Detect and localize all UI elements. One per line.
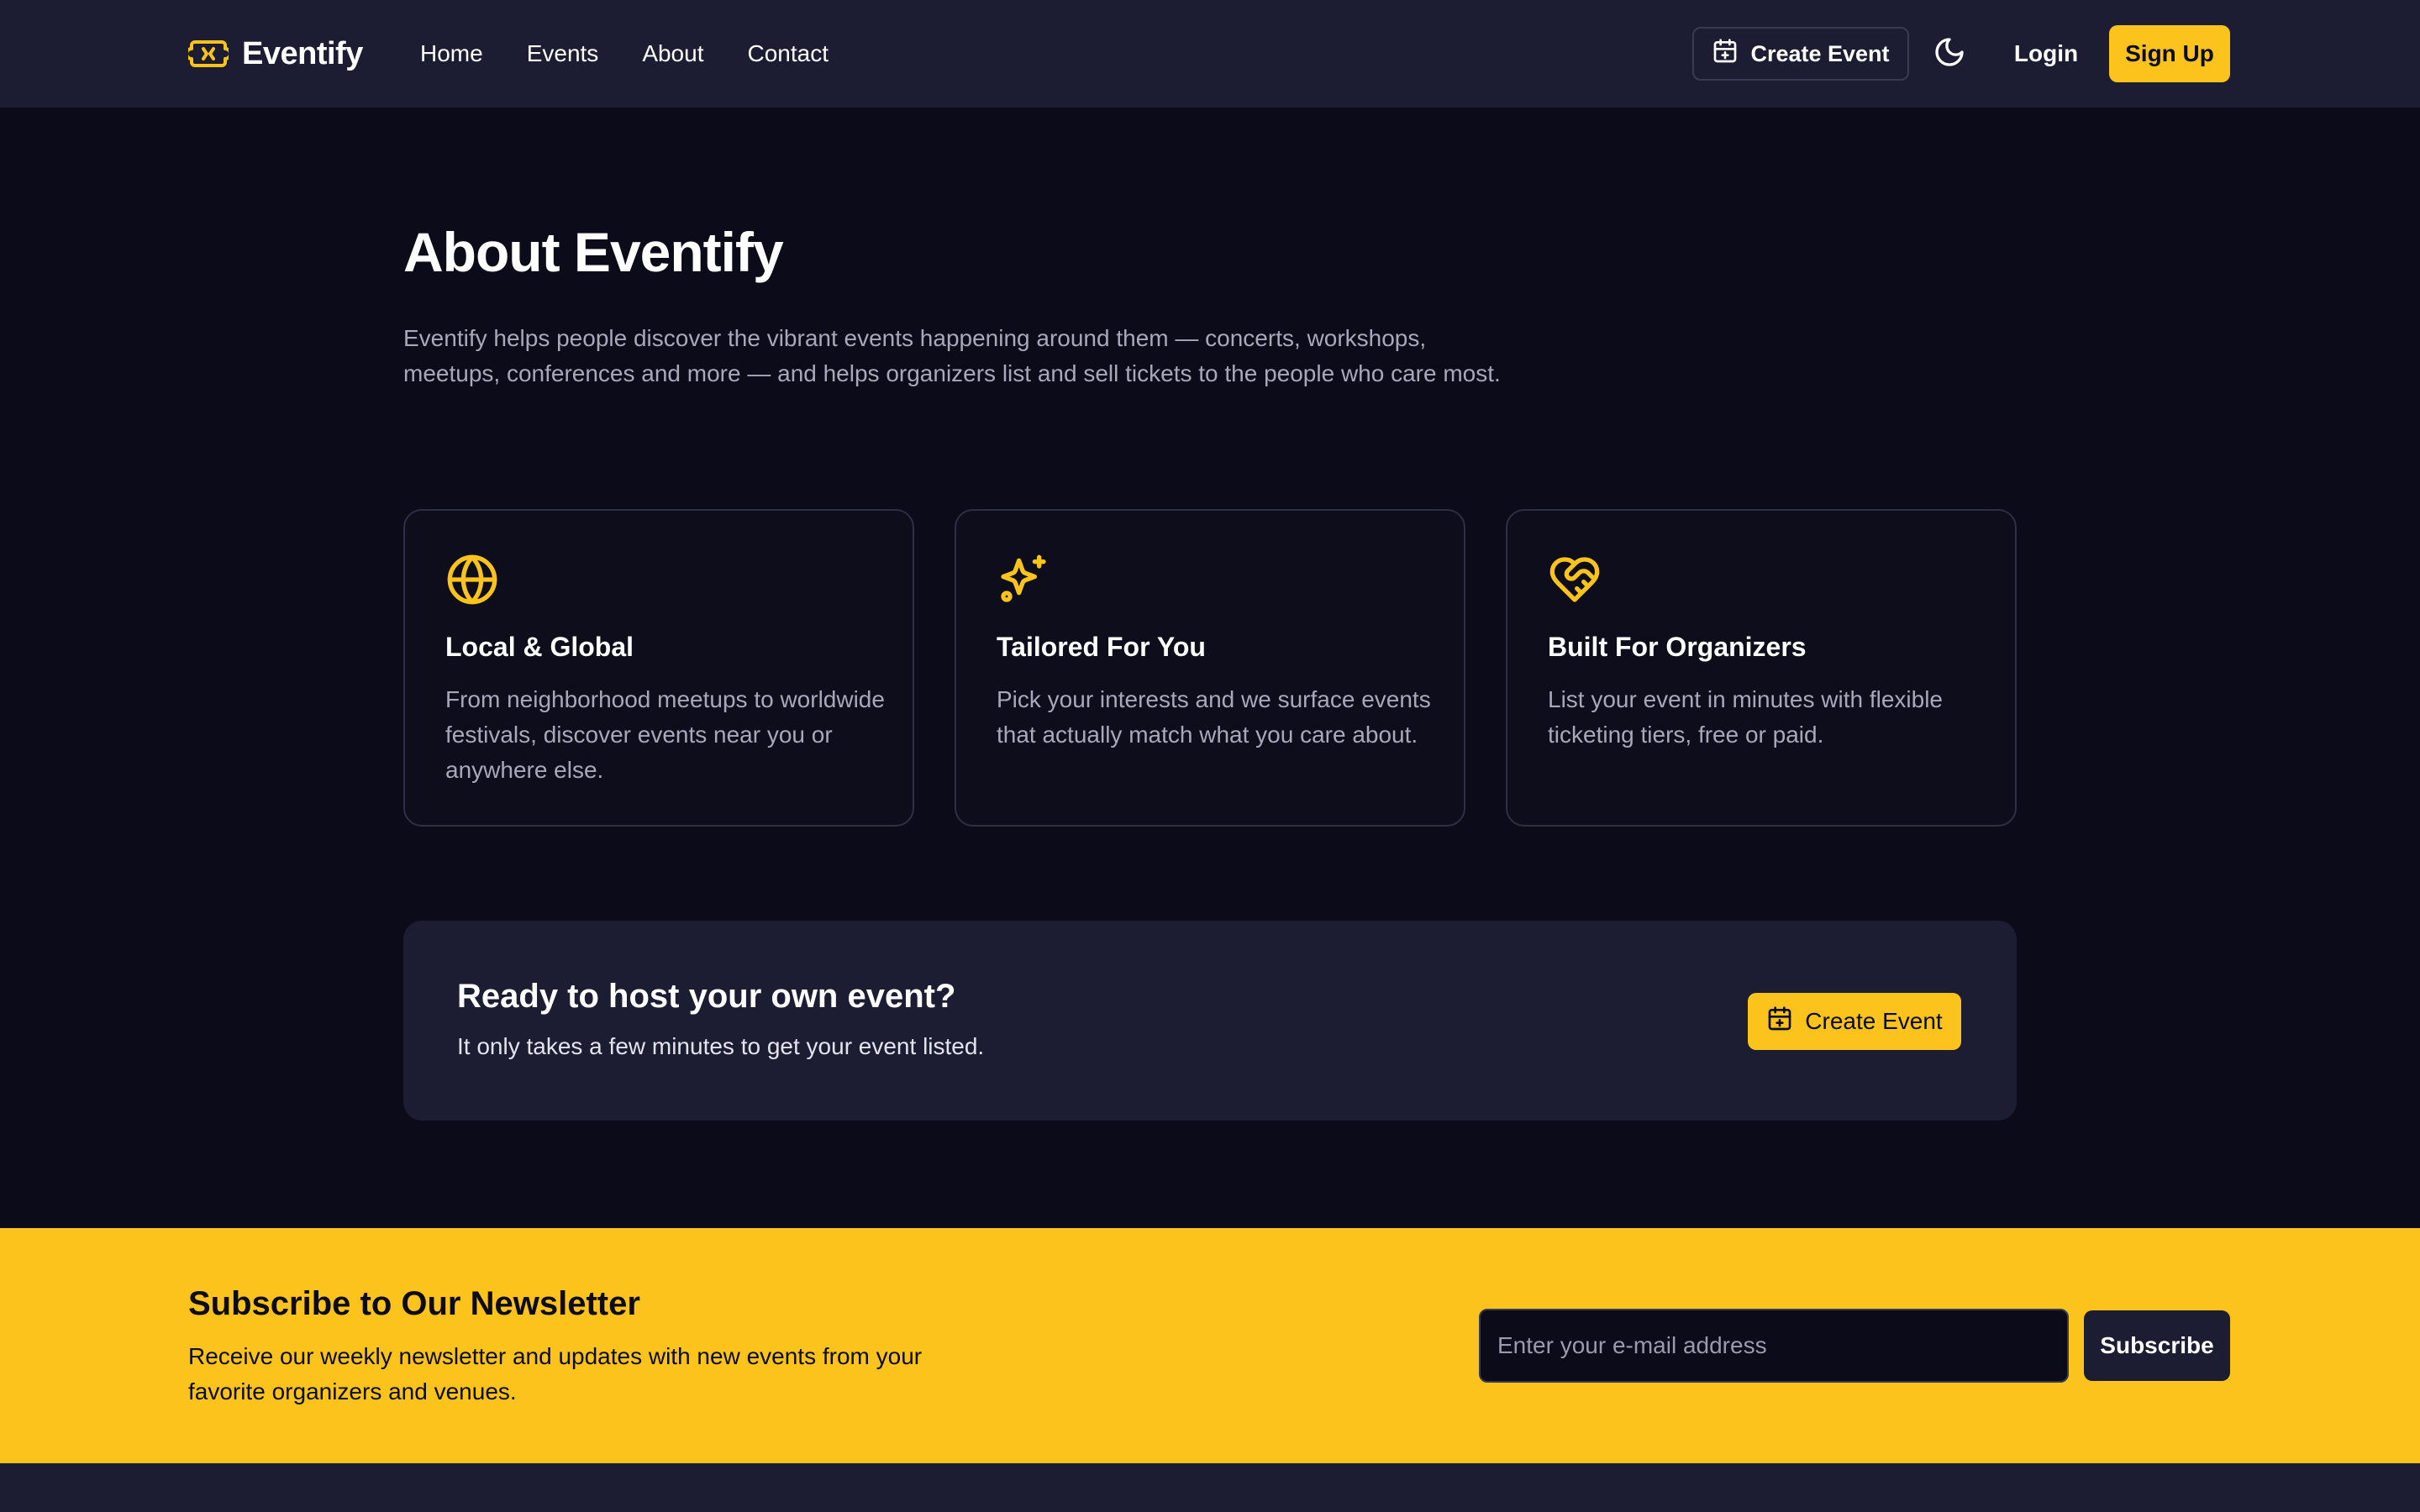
brand-name: Eventify <box>242 35 363 71</box>
feature-card-tailored: Tailored For You Pick your interests and… <box>955 509 1465 827</box>
nav-about[interactable]: About <box>642 40 703 67</box>
main-nav: Home Events About Contact <box>420 34 829 74</box>
create-event-label: Create Event <box>1750 40 1890 66</box>
theme-toggle-button[interactable] <box>1933 37 1966 71</box>
nav-home[interactable]: Home <box>420 40 483 67</box>
newsletter-section: Subscribe to Our Newsletter Receive our … <box>0 1228 2420 1463</box>
brand-logo[interactable]: Eventify <box>188 30 363 77</box>
feature-description: From neighborhood meetups to worldwide f… <box>445 686 885 783</box>
host-event-cta: Ready to host your own event? It only ta… <box>403 921 2017 1121</box>
feature-title: Local & Global <box>445 632 634 662</box>
about-description: Eventify helps people discover the vibra… <box>403 325 1501 386</box>
heart-handshake-icon <box>1548 553 1602 606</box>
feature-description: Pick your interests and we surface event… <box>997 686 1431 748</box>
nav-events[interactable]: Events <box>527 40 599 67</box>
feature-title: Built For Organizers <box>1548 632 1807 662</box>
feature-title: Tailored For You <box>997 632 1206 662</box>
top-navbar: Eventify Home Events About Contact Creat… <box>0 0 2420 108</box>
calendar-plus-icon <box>1712 38 1739 71</box>
feature-card-local-global: Local & Global From neighborhood meetups… <box>403 509 914 827</box>
cta-button-label: Create Event <box>1805 1008 1943 1034</box>
feature-card-organizers: Built For Organizers List your event in … <box>1506 509 2017 827</box>
page-title: About Eventify <box>403 221 784 283</box>
cta-subtitle: It only takes a few minutes to get your … <box>457 1033 985 1059</box>
create-event-button[interactable]: Create Event <box>1692 27 1909 81</box>
nav-contact[interactable]: Contact <box>747 40 829 67</box>
subscribe-button[interactable]: Subscribe <box>2084 1310 2230 1381</box>
cta-create-event-button[interactable]: Create Event <box>1748 993 1961 1050</box>
ticket-icon <box>188 34 229 74</box>
newsletter-title: Subscribe to Our Newsletter <box>188 1285 640 1322</box>
calendar-plus-icon <box>1766 1005 1793 1038</box>
cta-title: Ready to host your own event? <box>457 978 956 1015</box>
sparkles-icon <box>997 553 1050 606</box>
signup-button[interactable]: Sign Up <box>2109 25 2230 82</box>
footer <box>0 1463 2420 1512</box>
feature-description: List your event in minutes with flexible… <box>1548 686 1943 748</box>
moon-icon <box>1933 35 1966 73</box>
globe-icon <box>445 553 499 606</box>
newsletter-text: Receive our weekly newsletter and update… <box>188 1343 923 1404</box>
email-input[interactable] <box>1479 1309 2069 1383</box>
login-button[interactable]: Login <box>2000 34 2092 74</box>
